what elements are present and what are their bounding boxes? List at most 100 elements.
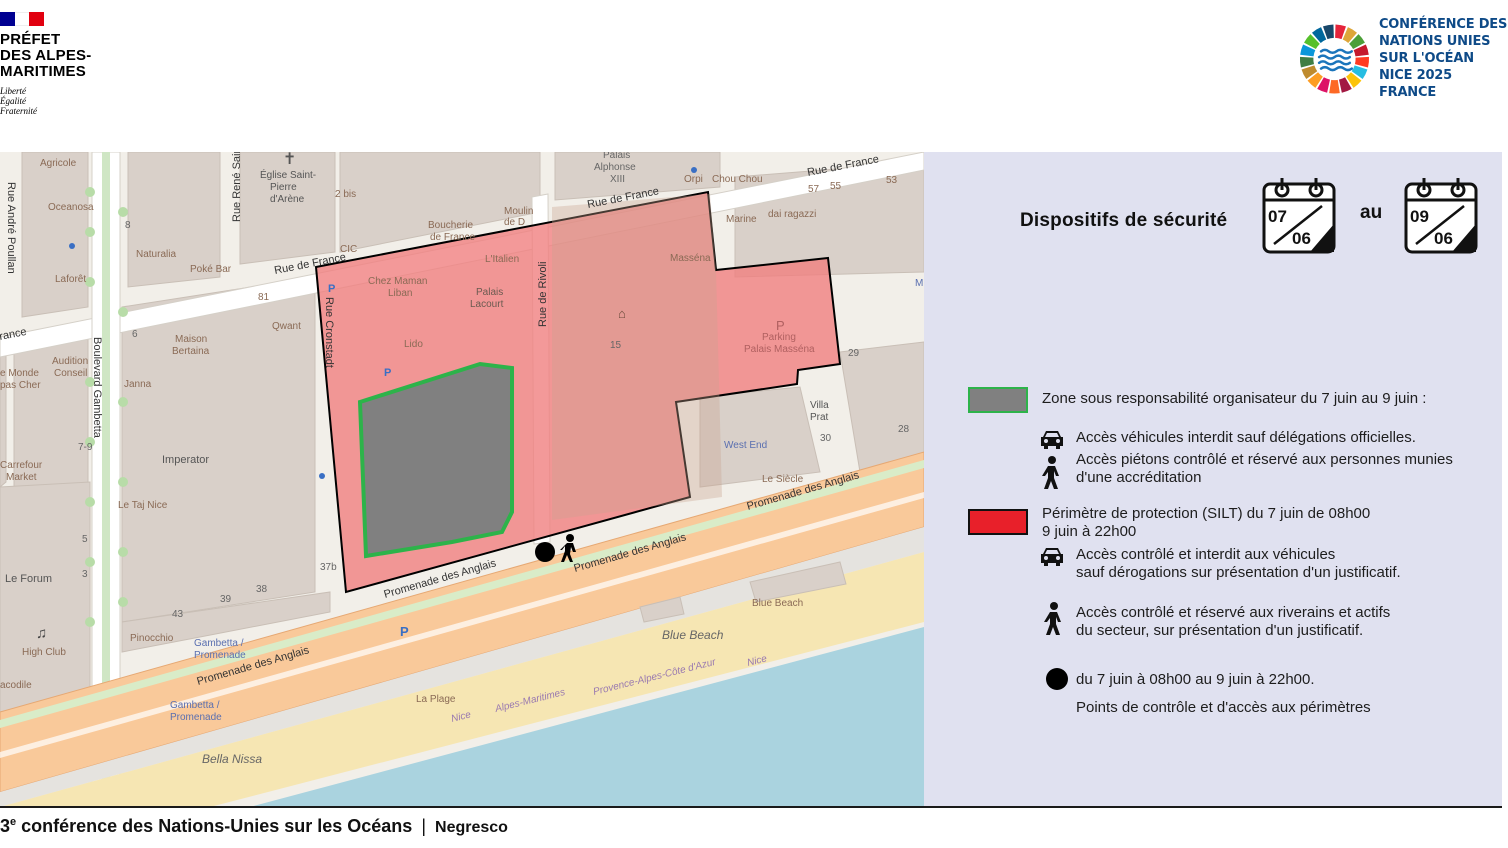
perimeter-vehicle-line-2: sauf dérogations sur présentation d'un j… bbox=[1076, 564, 1401, 581]
conference-line-4: NICE 2025 FRANCE bbox=[1378, 68, 1452, 100]
label-rue-rene-sair: Rue René Sair bbox=[231, 152, 243, 222]
label-rue-andre-poullan: Rue André Poullan bbox=[5, 182, 17, 274]
french-flag-icon bbox=[0, 12, 45, 26]
poi-81: 81 bbox=[258, 292, 270, 303]
poi-maison-bertaina: Maison Bertaina bbox=[172, 334, 210, 357]
poi-west-end: West End bbox=[724, 440, 767, 451]
music-icon: ♫ bbox=[36, 625, 47, 642]
pedestrian-icon bbox=[1044, 602, 1064, 641]
checkpoint-dot[interactable] bbox=[535, 542, 555, 562]
poi-le-taj: Le Taj Nice bbox=[118, 500, 168, 511]
republic-motto: Liberté Égalité Fraternité bbox=[0, 86, 110, 116]
date-connector: au bbox=[1360, 202, 1383, 223]
poi-palais-lacourt: Palais Lacourt bbox=[470, 287, 504, 310]
motto-liberte: Liberté bbox=[0, 86, 26, 96]
poi-blue-beach: Blue Beach bbox=[752, 598, 803, 609]
calendar-to-month: 06 bbox=[1434, 229, 1453, 248]
organiser-pedestrian-text: Accès piétons contrôlé et réservé aux pe… bbox=[1076, 451, 1453, 486]
poi-m: M bbox=[915, 278, 923, 289]
poi-dot-icon bbox=[691, 167, 697, 173]
perimeter-pedestrian-line-2: du secteur, sur présentation d'un justif… bbox=[1076, 622, 1364, 639]
prefecture-line-3: MARITIMES bbox=[0, 63, 86, 80]
calendar-from-month: 06 bbox=[1292, 229, 1311, 248]
poi-monde: e Monde pas Cher bbox=[0, 368, 41, 391]
poi-carrefour: Carrefour Market bbox=[0, 460, 43, 483]
poi-la-plage: La Plage bbox=[416, 694, 456, 705]
poi-boucherie: Boucherie de France bbox=[428, 220, 475, 243]
poi-6: 6 bbox=[132, 329, 138, 340]
label-blue-beach: Blue Beach bbox=[662, 628, 724, 642]
poi-8: 8 bbox=[125, 220, 131, 231]
perimeter-pedestrian-line-1: Accès contrôlé et réservé aux riverains … bbox=[1076, 604, 1391, 621]
label-bella-nissa: Bella Nissa bbox=[202, 752, 262, 766]
perimeter-vehicle-line-1: Accès contrôlé et interdit aux véhicules bbox=[1076, 546, 1336, 563]
label-boulevard-gambetta: Boulevard Gambetta bbox=[91, 337, 103, 439]
prefecture-line-2: DES ALPES- bbox=[0, 47, 92, 64]
sdg-segment bbox=[1329, 79, 1340, 94]
poi-29: 29 bbox=[848, 348, 860, 359]
perimeter-legend-line-1: Périmètre de protection (SILT) du 7 juin… bbox=[1042, 505, 1371, 522]
poi-orpi: Orpi bbox=[684, 174, 703, 185]
poi-qwant: Qwant bbox=[272, 321, 301, 332]
legend-title: Dispositifs de sécurité bbox=[1020, 210, 1228, 231]
sdg-segment bbox=[1354, 56, 1370, 67]
organiser-zone[interactable] bbox=[357, 361, 514, 559]
parking-icon: P bbox=[384, 367, 391, 379]
conference-title: CONFÉRENCE DES NATIONS UNIES SUR L'OCÉAN… bbox=[1379, 16, 1508, 101]
poi-naturalia: Naturalia bbox=[136, 249, 176, 260]
footer-separator: | bbox=[421, 816, 426, 836]
poi-39: 39 bbox=[220, 594, 232, 605]
car-icon bbox=[1038, 545, 1066, 572]
poi-le-forum: Le Forum bbox=[5, 573, 52, 585]
security-map[interactable]: Rue de France Rue de France Rue de Franc… bbox=[0, 152, 924, 807]
poi-villa-prat: Villa Prat bbox=[810, 400, 829, 423]
sdg-segment bbox=[1299, 56, 1315, 67]
poi-lido: Lido bbox=[404, 339, 423, 350]
poi-massena: Masséna bbox=[670, 253, 711, 264]
parking-icon: P bbox=[328, 283, 335, 295]
poi-30: 30 bbox=[820, 433, 832, 444]
poi-oceanosa: Oceanosa bbox=[48, 202, 94, 213]
perimeter-legend-line-2: 9 juin à 22h00 bbox=[1042, 523, 1137, 540]
church-icon: ✝ bbox=[283, 152, 296, 168]
jardin-area bbox=[552, 194, 722, 520]
poi-dai-ragazzi: dai ragazzi bbox=[768, 209, 816, 220]
prefecture-logo: PRÉFET DES ALPES- MARITIMES Liberté Égal… bbox=[0, 12, 110, 116]
poi-audition: Audition Conseil bbox=[52, 356, 88, 379]
poi-5: 5 bbox=[82, 534, 88, 545]
conference-line-3: SUR L'OCÉAN bbox=[1378, 51, 1474, 66]
footer-title-text: conférence des Nations-Unies sur les Océ… bbox=[16, 816, 413, 836]
perimeter-swatch bbox=[968, 509, 1028, 535]
poi-high-club: High Club bbox=[22, 647, 66, 658]
poi-l-italien: L'Italien bbox=[485, 254, 519, 265]
poi-7-9: 7-9 bbox=[78, 442, 93, 453]
poi-43: 43 bbox=[172, 609, 184, 620]
calendar-from-day: 07 bbox=[1268, 207, 1287, 226]
organiser-zone-swatch bbox=[968, 387, 1028, 413]
poi-cic: CIC bbox=[340, 244, 357, 255]
checkpoint-dates: du 7 juin à 08h00 au 9 juin à 22h00. bbox=[1076, 671, 1315, 688]
parking-icon: P bbox=[400, 624, 409, 639]
footer-rule bbox=[0, 806, 1502, 808]
poi-marine: Marine bbox=[726, 214, 757, 225]
motto-egalite: Égalité bbox=[0, 96, 26, 106]
poi-28: 28 bbox=[898, 424, 910, 435]
calendar-from-icon: 07 06 bbox=[1262, 176, 1338, 261]
conference-line-1: CONFÉRENCE DES bbox=[1378, 17, 1508, 32]
poi-gambetta-promenade-2: Gambetta / Promenade bbox=[170, 700, 222, 723]
page: PRÉFET DES ALPES- MARITIMES Liberté Égal… bbox=[0, 0, 1508, 848]
poi-janna: Janna bbox=[124, 379, 152, 390]
organiser-zone-legend: Zone sous responsabilité organisateur du… bbox=[1042, 390, 1427, 407]
poi-gambetta-promenade-1: Gambetta / Promenade bbox=[194, 638, 246, 661]
legend-panel: Dispositifs de sécurité 07 06 au 09 06 Z… bbox=[924, 152, 1502, 807]
poi-37b: 37b bbox=[320, 562, 337, 573]
footer-location: Negresco bbox=[435, 819, 508, 836]
poi-38: 38 bbox=[256, 584, 268, 595]
organiser-vehicle-text: Accès véhicules interdit sauf délégation… bbox=[1076, 429, 1416, 446]
poi-imperator: Imperator bbox=[162, 454, 209, 466]
poi-laforet: Laforêt bbox=[55, 274, 86, 285]
poi-57: 57 bbox=[808, 184, 820, 195]
car-icon bbox=[1038, 428, 1066, 455]
poi-dot-icon bbox=[69, 243, 75, 249]
motto-fraternite: Fraternité bbox=[0, 106, 37, 116]
